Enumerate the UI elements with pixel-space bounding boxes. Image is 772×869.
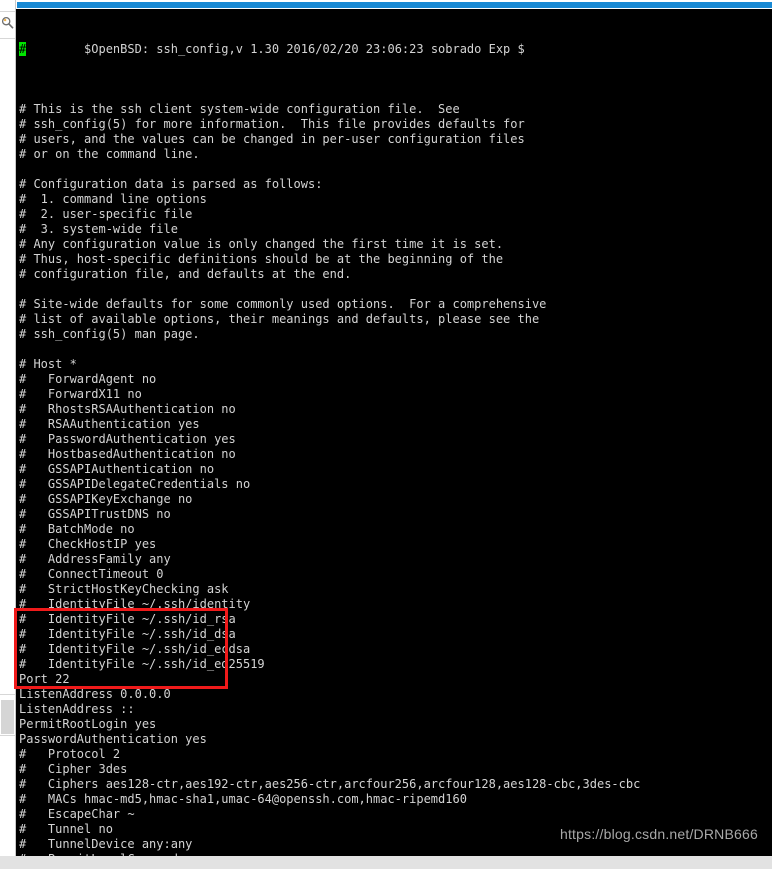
file-lines: # This is the ssh client system-wide con… (19, 87, 769, 856)
code-line: Port 22 (19, 672, 70, 686)
code-line: # IdentityFile ~/.ssh/id_dsa (19, 627, 236, 641)
code-line: # users, and the values can be changed i… (19, 132, 525, 146)
code-line: # ForwardX11 no (19, 387, 142, 401)
code-line: # Any configuration value is only change… (19, 237, 504, 251)
rail-divider (0, 694, 15, 695)
terminal-surface[interactable]: # $OpenBSD: ssh_config,v 1.30 2016/02/20… (16, 9, 772, 856)
code-line: ListenAddress 0.0.0.0 (19, 687, 171, 701)
code-line: # IdentityFile ~/.ssh/id_rsa (19, 612, 236, 626)
left-rail (0, 0, 16, 869)
code-line: # Thus, host-specific definitions should… (19, 252, 504, 266)
code-line: # StrictHostKeyChecking ask (19, 582, 229, 596)
screen-root: # $OpenBSD: ssh_config,v 1.30 2016/02/20… (0, 0, 772, 869)
code-line: # Cipher 3des (19, 762, 128, 776)
code-line: # This is the ssh client system-wide con… (19, 102, 460, 116)
code-line: # MACs hmac-md5,hmac-sha1,umac-64@openss… (19, 792, 467, 806)
code-line: # 3. system-wide file (19, 222, 178, 236)
code-line: # HostbasedAuthentication no (19, 447, 236, 461)
code-line: # IdentityFile ~/.ssh/id_ecdsa (19, 642, 251, 656)
code-line: # EscapeChar ~ (19, 807, 135, 821)
code-line: # Site-wide defaults for some commonly u… (19, 297, 547, 311)
code-line: # GSSAPIDelegateCredentials no (19, 477, 251, 491)
code-line: # Protocol 2 (19, 747, 121, 761)
code-line: # GSSAPIKeyExchange no (19, 492, 193, 506)
code-line: # 1. command line options (19, 192, 207, 206)
code-line: # AddressFamily any (19, 552, 171, 566)
rail-divider (0, 11, 15, 12)
file-header-line: # $OpenBSD: ssh_config,v 1.30 2016/02/20… (19, 42, 769, 57)
bottom-strip (0, 856, 772, 869)
rail-divider (0, 38, 15, 39)
code-line: # Ciphers aes128-ctr,aes192-ctr,aes256-c… (19, 777, 641, 791)
code-line: # ForwardAgent no (19, 372, 157, 386)
file-content: # $OpenBSD: ssh_config,v 1.30 2016/02/20… (19, 12, 769, 856)
file-header-text: $OpenBSD: ssh_config,v 1.30 2016/02/20 2… (26, 42, 525, 56)
code-line: # ssh_config(5) for more information. Th… (19, 117, 525, 131)
code-line: # GSSAPITrustDNS no (19, 507, 171, 521)
top-accent-bar (17, 2, 772, 8)
code-line: # BatchMode no (19, 522, 135, 536)
code-line: # GSSAPIAuthentication no (19, 462, 215, 476)
code-line: # Host * (19, 357, 77, 371)
scrollbar-thumb[interactable] (1, 700, 14, 734)
code-line: # RhostsRSAAuthentication no (19, 402, 236, 416)
code-line: # list of available options, their meani… (19, 312, 540, 326)
rail-divider (0, 735, 15, 736)
code-line: # 2. user-specific file (19, 207, 193, 221)
code-line: # or on the command line. (19, 147, 200, 161)
search-icon[interactable] (1, 14, 14, 29)
code-line: # configuration file, and defaults at th… (19, 267, 352, 281)
code-line: PasswordAuthentication yes (19, 732, 207, 746)
code-line: ListenAddress :: (19, 702, 135, 716)
code-line: # IdentityFile ~/.ssh/identity (19, 597, 251, 611)
code-line: # Configuration data is parsed as follow… (19, 177, 323, 191)
code-line: PermitRootLogin yes (19, 717, 157, 731)
watermark: https://blog.csdn.net/DRNB666 (559, 826, 758, 842)
code-line: # ConnectTimeout 0 (19, 567, 164, 581)
code-line: # ssh_config(5) man page. (19, 327, 200, 341)
code-line: # CheckHostIP yes (19, 537, 157, 551)
code-line: # IdentityFile ~/.ssh/id_ed25519 (19, 657, 265, 671)
code-line: # RSAAuthentication yes (19, 417, 200, 431)
code-line: # PasswordAuthentication yes (19, 432, 236, 446)
